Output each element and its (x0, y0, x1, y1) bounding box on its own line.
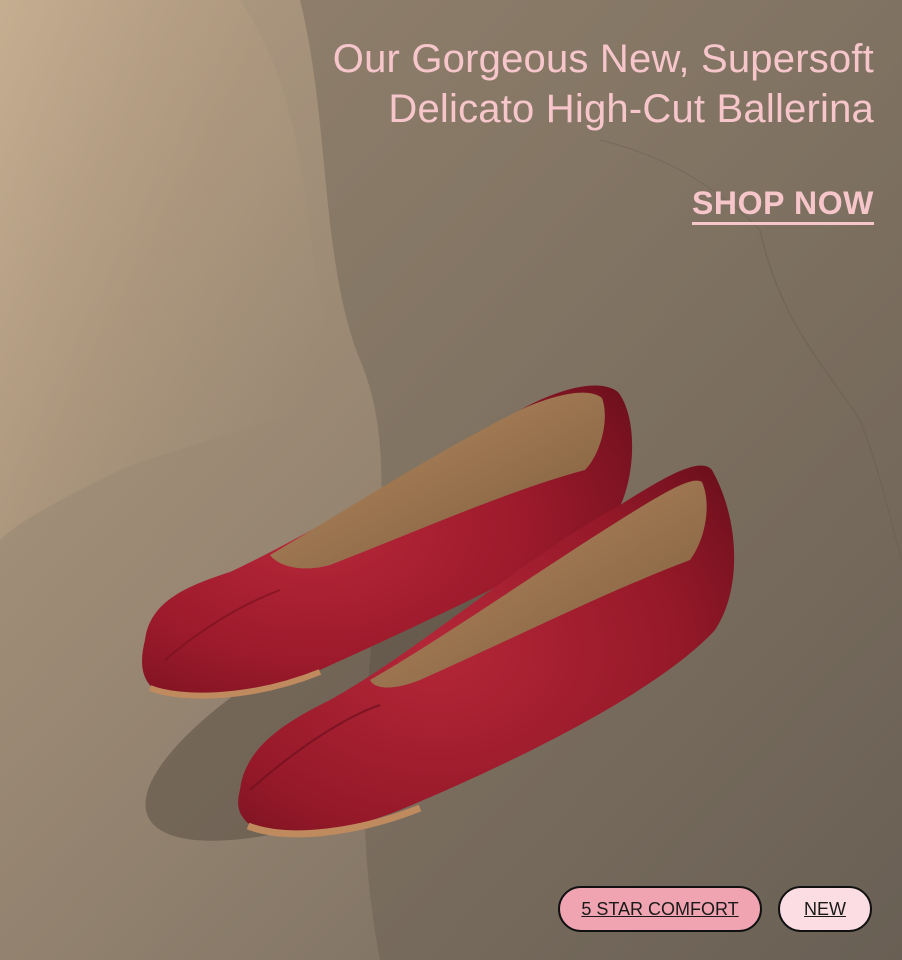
badge-group: 5 STAR COMFORT NEW (558, 886, 872, 932)
headline-line-2: Delicato High-Cut Ballerina (388, 87, 874, 131)
headline: Our Gorgeous New, Supersoft Delicato Hig… (333, 34, 874, 134)
new-badge[interactable]: NEW (778, 886, 872, 932)
product-photo[interactable] (0, 0, 902, 960)
five-star-comfort-badge[interactable]: 5 STAR COMFORT (558, 886, 762, 932)
hero-banner[interactable]: Our Gorgeous New, Supersoft Delicato Hig… (0, 0, 902, 960)
shop-now-link[interactable]: SHOP NOW (691, 184, 874, 225)
headline-line-1: Our Gorgeous New, Supersoft (332, 37, 874, 81)
